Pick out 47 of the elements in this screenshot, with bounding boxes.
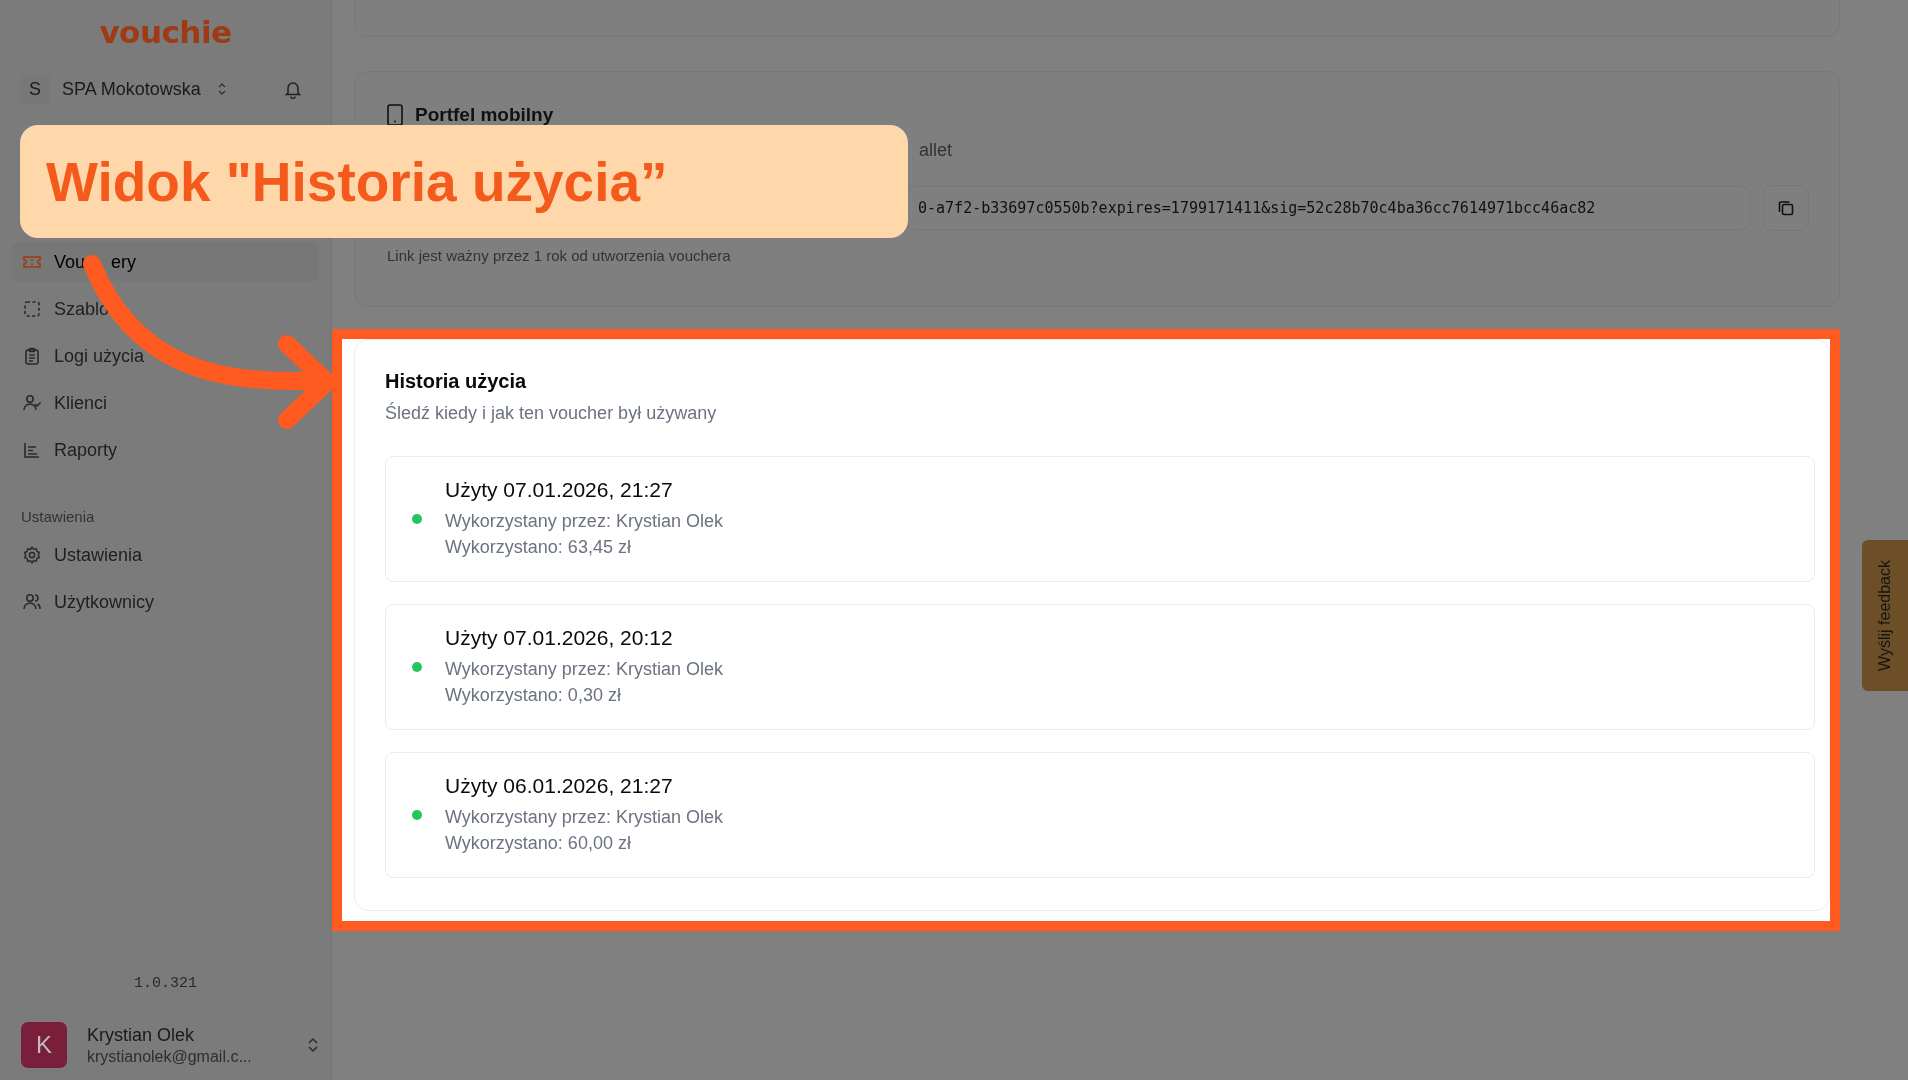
card-title: Historia użycia [385, 370, 528, 393]
entry-user: Wykorzystany przez: Krystian Olek [445, 658, 723, 681]
hint-text: Link jest ważny przez 1 rok od utworzenia vouchera [387, 247, 732, 264]
sidebar-item[interactable]: Logi użycia [12, 336, 319, 376]
users-icon [22, 592, 42, 612]
entry-title: Użyty 07.01.2026, 21:27 [445, 478, 674, 502]
sidebar-item[interactable]: Szablo [12, 289, 319, 329]
sidebar-item[interactable]: Ustawienia [12, 535, 319, 575]
user-check-icon [22, 393, 42, 413]
bar-chart-icon [22, 440, 42, 460]
logo: vouchie [99, 14, 232, 50]
user-email: krystianolek@gmail.c... [87, 1047, 253, 1066]
entry-user: Wykorzystany przez: Krystian Olek [445, 510, 723, 533]
version-label: 1.0.321 [134, 975, 197, 992]
sidebar-item[interactable]: Klienci [12, 383, 319, 423]
entry-amount: Wykorzystano: 0,30 zł [445, 684, 622, 707]
feedback-tab[interactable]: Wyślij feedback [1862, 540, 1908, 691]
entry-user: Wykorzystany przez: Krystian Olek [445, 806, 723, 829]
chevrons-icon[interactable] [307, 1036, 319, 1054]
copy-button[interactable] [1763, 185, 1809, 231]
workspace-initial: S [20, 74, 50, 104]
workspace-switcher[interactable]: SPA Mokotowska [62, 78, 201, 100]
section-heading: Ustawienia [21, 508, 96, 525]
entry-title: Użyty 06.01.2026, 21:27 [445, 774, 674, 798]
settings-icon [22, 545, 42, 565]
chevrons-icon[interactable] [216, 81, 227, 97]
sidebar-item[interactable]: Raporty [12, 430, 319, 470]
card-subtitle: Śledź kiedy i jak ten voucher był używany [385, 403, 718, 424]
copy-icon [1776, 198, 1796, 218]
entry-amount: Wykorzystano: 63,45 zł [445, 536, 632, 559]
entry-title: Użyty 07.01.2026, 20:12 [445, 626, 674, 650]
sidebar-item[interactable]: Użytkownicy [12, 582, 319, 622]
entry-amount: Wykorzystano: 60,00 zł [445, 832, 632, 855]
callout: Widok "Historia użycia” [20, 125, 908, 238]
dashed-square-icon [22, 299, 42, 319]
user-name: Krystian Olek [87, 1024, 196, 1046]
phone-icon [387, 104, 403, 126]
card-description: allet [919, 140, 953, 161]
status-dot [412, 810, 422, 820]
card-title: Portfel mobilny [415, 104, 554, 126]
bell-icon[interactable] [283, 79, 303, 99]
sidebar-item[interactable]: Vou ery [12, 242, 319, 282]
label-fragment: ery [111, 251, 137, 273]
clipboard-icon [22, 346, 42, 366]
status-dot [412, 514, 422, 524]
status-dot [412, 662, 422, 672]
avatar: K [21, 1022, 67, 1068]
